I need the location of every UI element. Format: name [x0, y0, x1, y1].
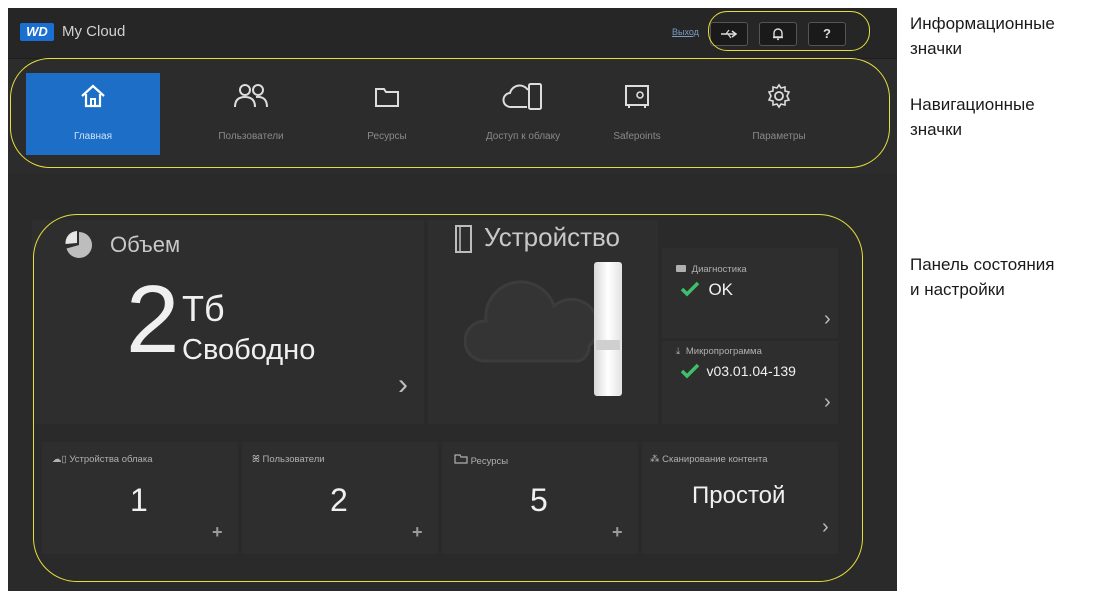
gear-icon	[712, 81, 846, 116]
device-icon	[454, 224, 474, 259]
capacity-caption: Свободно	[182, 334, 316, 366]
checkmark-icon	[680, 281, 700, 301]
chevron-right-icon[interactable]: ›	[398, 368, 408, 402]
cloud-background-icon	[463, 276, 604, 381]
usb-icon	[721, 29, 738, 39]
nav-label: Главная	[73, 131, 113, 142]
logout-link[interactable]: Выход	[672, 27, 699, 37]
users-icon	[184, 81, 318, 116]
capacity-tile[interactable]: Объем 2 Тб Свободно ›	[32, 220, 424, 424]
capacity-value: 2	[126, 266, 180, 373]
nav-safepoints[interactable]: Safepoints	[570, 73, 704, 155]
cloud-devices-count: 1	[130, 482, 148, 518]
diagnostics-value: OK	[708, 280, 734, 299]
mycloud-dashboard-screen: WD My Cloud Выход ? Главная Пользователи…	[8, 8, 897, 591]
scan-icon: ⁂	[650, 454, 660, 465]
annotation-line: и настройки	[910, 280, 1005, 299]
diagnostics-label: Диагностика	[691, 264, 747, 275]
camera-icon	[676, 265, 686, 272]
info-icons-annotation: Информационные значки	[910, 11, 1055, 61]
users-tile[interactable]: ꕤ Пользователи 2 +	[242, 442, 438, 554]
nav-home[interactable]: Главная	[26, 73, 160, 155]
chevron-right-icon[interactable]: ›	[824, 308, 831, 331]
device-tile: Устройство	[428, 220, 658, 424]
checkmark-icon	[680, 363, 700, 383]
add-icon[interactable]: +	[212, 522, 223, 543]
nav-shares[interactable]: Ресурсы	[320, 73, 454, 155]
shares-header: Ресурсы	[454, 454, 508, 467]
capacity-unit: Тб	[182, 288, 225, 329]
chevron-right-icon[interactable]: ›	[822, 516, 829, 539]
annotation-line: Панель состояния	[910, 255, 1055, 274]
usb-button[interactable]	[710, 22, 748, 46]
status-panel-annotation: Панель состояния и настройки	[910, 252, 1054, 302]
navigation-bar: Главная Пользователи Ресурсы Доступ к об…	[8, 59, 897, 173]
annotation-line: значки	[910, 120, 963, 139]
users-icon: ꕤ	[252, 454, 260, 465]
annotation-line: значки	[910, 39, 963, 58]
content-scan-value: Простой	[692, 482, 786, 509]
content-scan-label: Сканирование контента	[662, 454, 768, 465]
notifications-button[interactable]	[759, 22, 797, 46]
nav-label: Safepoints	[613, 131, 661, 142]
folder-icon	[454, 454, 468, 467]
add-icon[interactable]: +	[412, 522, 423, 543]
firmware-label: Микропрограмма	[685, 346, 762, 357]
firmware-status: v03.01.04-139	[680, 363, 796, 384]
shares-tile[interactable]: Ресурсы 5 +	[442, 442, 638, 554]
help-button[interactable]: ?	[808, 22, 846, 46]
app-title: My Cloud	[62, 23, 126, 40]
nav-settings[interactable]: Параметры	[712, 73, 846, 155]
diagnostics-panel[interactable]: Диагностика OK ›	[662, 248, 838, 338]
annotation-line: Информационные	[910, 14, 1055, 33]
content-scan-tile[interactable]: ⁂ Сканирование контента Простой ›	[642, 442, 838, 554]
download-icon: ⤓	[676, 346, 681, 357]
cloud-devices-label: Устройства облака	[69, 454, 153, 465]
nav-label: Параметры	[752, 131, 806, 142]
content-scan-header: ⁂ Сканирование контента	[650, 454, 768, 465]
chevron-right-icon[interactable]: ›	[824, 391, 831, 414]
nav-label: Пользователи	[218, 131, 284, 142]
wd-logo: WD	[20, 23, 54, 41]
nav-icons-annotation: Навигационные значки	[910, 92, 1035, 142]
folder-icon	[320, 81, 454, 116]
nav-label: Ресурсы	[367, 131, 407, 142]
cloud-devices-header: ☁▯ Устройства облака	[52, 454, 153, 465]
users-header: ꕤ Пользователи	[252, 454, 325, 465]
firmware-value: v03.01.04-139	[706, 363, 796, 379]
nav-users[interactable]: Пользователи	[184, 73, 318, 155]
firmware-label-row: ⤓ Микропрограмма	[676, 346, 762, 357]
cloud-device-icon: ☁▯	[52, 454, 67, 465]
top-bar: WD My Cloud Выход ?	[8, 8, 897, 59]
bell-icon	[773, 28, 783, 41]
nas-device-image	[594, 262, 622, 396]
cloud-devices-tile[interactable]: ☁▯ Устройства облака 1 +	[42, 442, 238, 554]
pie-chart-icon	[64, 230, 94, 265]
users-count: 2	[330, 482, 348, 518]
annotation-line: Навигационные	[910, 95, 1035, 114]
shares-label: Ресурсы	[470, 456, 509, 467]
firmware-panel[interactable]: ⤓ Микропрограмма v03.01.04-139 ›	[662, 341, 838, 424]
shares-count: 5	[530, 482, 548, 518]
diagnostics-status: OK	[680, 280, 733, 302]
add-icon[interactable]: +	[612, 522, 623, 543]
device-title: Устройство	[484, 222, 621, 252]
users-label: Пользователи	[262, 454, 325, 465]
safe-icon	[570, 81, 704, 116]
home-icon	[26, 81, 160, 116]
capacity-title: Объем	[110, 232, 181, 257]
diagnostics-label-row: Диагностика	[676, 264, 747, 275]
